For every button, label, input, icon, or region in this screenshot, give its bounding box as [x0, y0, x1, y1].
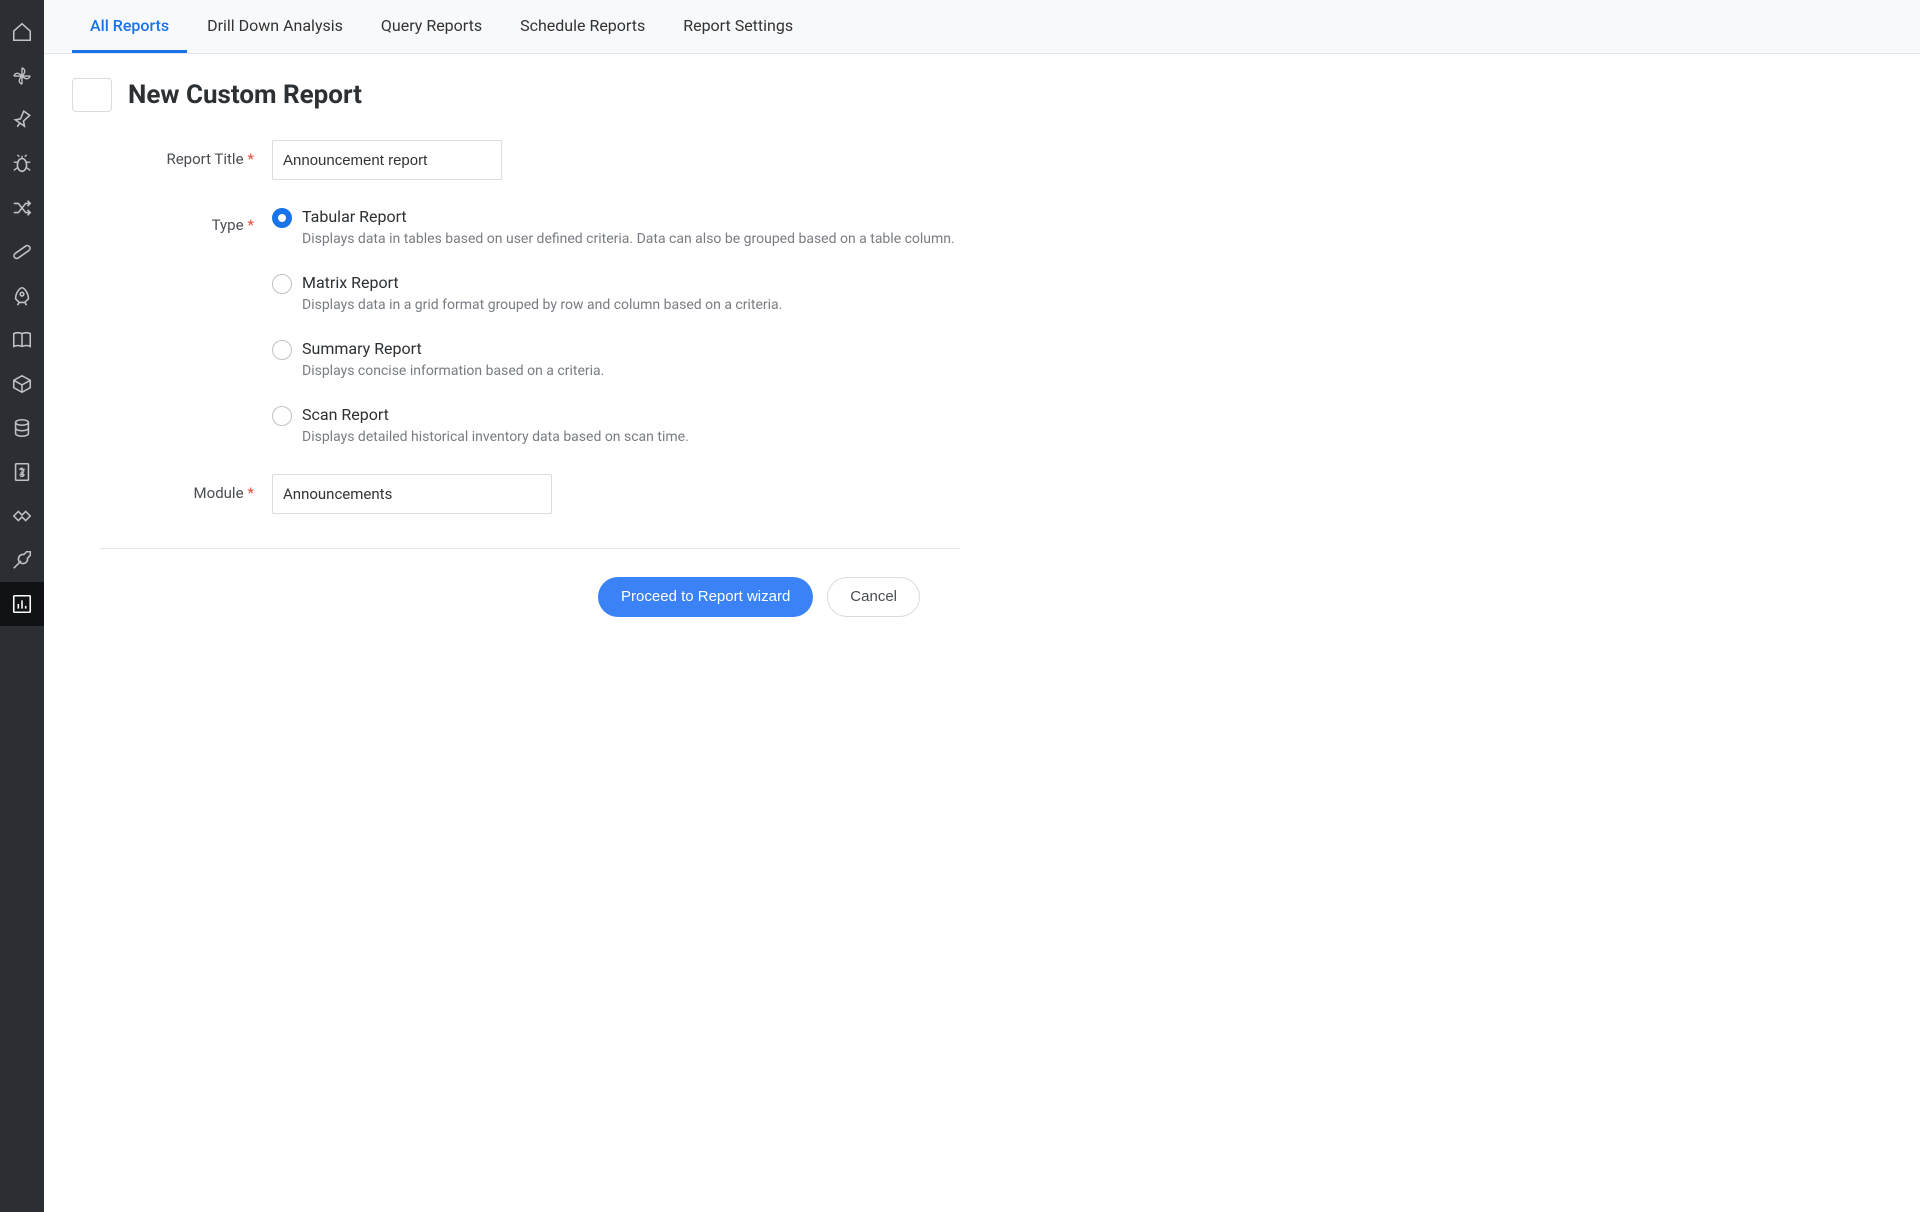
- chevron-down-icon: [526, 484, 542, 504]
- required-marker: *: [248, 484, 254, 502]
- nav-rocket[interactable]: [0, 274, 44, 318]
- type-option-desc: Displays concise information based on a …: [302, 362, 604, 382]
- report-title-input[interactable]: [272, 140, 502, 180]
- type-option-scan[interactable]: Scan Report Displays detailed historical…: [272, 404, 1324, 448]
- side-nav: [0, 0, 44, 1212]
- type-option-desc: Displays data in a grid format grouped b…: [302, 296, 782, 316]
- tab-all-reports[interactable]: All Reports: [72, 0, 187, 53]
- cancel-button[interactable]: Cancel: [827, 577, 920, 617]
- radio-indicator[interactable]: [272, 406, 292, 426]
- nav-pin[interactable]: [0, 98, 44, 142]
- tab-query-reports[interactable]: Query Reports: [363, 0, 500, 53]
- arrow-left-icon: [82, 85, 102, 105]
- tab-drill-down-analysis[interactable]: Drill Down Analysis: [189, 0, 361, 53]
- label-module: Module*: [72, 474, 272, 502]
- type-option-desc: Displays detailed historical inventory d…: [302, 428, 689, 448]
- nav-reports[interactable]: [0, 582, 44, 626]
- nav-home[interactable]: [0, 10, 44, 54]
- action-bar: Proceed to Report wizard Cancel: [100, 548, 960, 617]
- type-option-tabular[interactable]: Tabular Report Displays data in tables b…: [272, 206, 1324, 250]
- radio-indicator[interactable]: [272, 274, 292, 294]
- nav-shuffle[interactable]: [0, 186, 44, 230]
- type-option-title: Scan Report: [302, 404, 689, 426]
- nav-book[interactable]: [0, 318, 44, 362]
- radio-indicator[interactable]: [272, 340, 292, 360]
- tab-strip: All Reports Drill Down Analysis Query Re…: [44, 0, 1920, 54]
- radio-indicator[interactable]: [272, 208, 292, 228]
- type-option-summary[interactable]: Summary Report Displays concise informat…: [272, 338, 1324, 382]
- required-marker: *: [248, 150, 254, 168]
- label-report-title: Report Title*: [72, 140, 272, 168]
- nav-database[interactable]: [0, 406, 44, 450]
- type-option-desc: Displays data in tables based on user de…: [302, 230, 955, 250]
- proceed-button[interactable]: Proceed to Report wizard: [598, 577, 813, 617]
- required-marker: *: [248, 216, 254, 234]
- type-option-title: Tabular Report: [302, 206, 955, 228]
- type-option-title: Summary Report: [302, 338, 604, 360]
- nav-bandage[interactable]: [0, 230, 44, 274]
- nav-cube[interactable]: [0, 362, 44, 406]
- module-select[interactable]: Announcements: [272, 474, 552, 514]
- page-title: New Custom Report: [128, 80, 362, 110]
- tab-schedule-reports[interactable]: Schedule Reports: [502, 0, 663, 53]
- nav-invoice[interactable]: [0, 450, 44, 494]
- type-option-title: Matrix Report: [302, 272, 782, 294]
- module-selected-value: Announcements: [283, 485, 392, 503]
- back-button[interactable]: [72, 78, 112, 112]
- tab-report-settings[interactable]: Report Settings: [665, 0, 811, 53]
- label-type: Type*: [72, 206, 272, 234]
- nav-pinwheel[interactable]: [0, 54, 44, 98]
- nav-handshake[interactable]: [0, 494, 44, 538]
- nav-bug[interactable]: [0, 142, 44, 186]
- nav-wrench[interactable]: [0, 538, 44, 582]
- type-option-matrix[interactable]: Matrix Report Displays data in a grid fo…: [272, 272, 1324, 316]
